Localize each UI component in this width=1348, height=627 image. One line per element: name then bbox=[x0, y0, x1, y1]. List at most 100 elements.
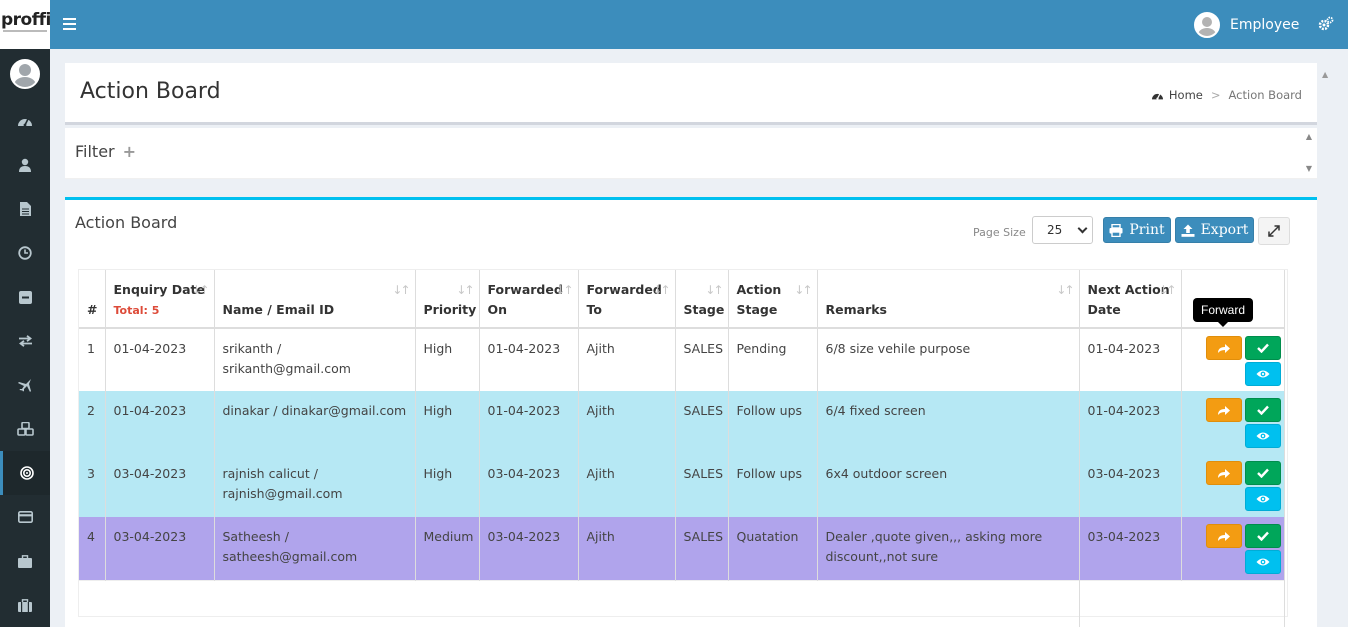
breadcrumb: Home > Action Board bbox=[1151, 88, 1302, 102]
cell-forwarded-to: Ajith bbox=[578, 454, 676, 517]
cell-next-action-date: 03-04-2023 bbox=[1079, 517, 1182, 580]
cell-name-email: srikanth / srikanth@gmail.com bbox=[214, 328, 416, 391]
sidebar-item-minus[interactable] bbox=[0, 275, 50, 319]
cell-forwarded-on: 03-04-2023 bbox=[479, 454, 579, 517]
breadcrumb-current: Action Board bbox=[1228, 88, 1302, 102]
filter-header[interactable]: Filter + bbox=[75, 142, 136, 161]
col-header-next-action-date[interactable]: Next Action Date ↓↑ bbox=[1079, 270, 1182, 329]
sidebar-item-user[interactable] bbox=[0, 143, 50, 187]
cubes-icon bbox=[16, 422, 34, 436]
cell-action-stage: Follow ups bbox=[728, 454, 818, 517]
cell-forwarded-to: Ajith bbox=[578, 517, 676, 580]
sort-icon: ↓↑ bbox=[555, 283, 573, 297]
cell-stage: SALES bbox=[675, 328, 729, 391]
cogs-icon[interactable] bbox=[1318, 16, 1334, 35]
table-header-row: # Enquiry Date ↓↑ Total: 5 Name / Email ID… bbox=[79, 270, 1285, 329]
col-header-num: # bbox=[79, 270, 106, 329]
col-header-remarks[interactable]: Remarks ↓↑ bbox=[817, 270, 1080, 329]
page-size-select[interactable]: 25 bbox=[1032, 216, 1093, 244]
upload-icon bbox=[1181, 224, 1195, 237]
board-title: Action Board bbox=[75, 213, 178, 232]
check-icon bbox=[1256, 343, 1269, 353]
cell-enquiry-date: 01-04-2023 bbox=[105, 328, 215, 391]
cell-remarks: 6/4 fixed screen bbox=[817, 391, 1080, 454]
col-header-action-stage[interactable]: Action Stage ↓↑ bbox=[728, 270, 818, 329]
logo[interactable]: proffin bbox=[0, 0, 50, 49]
print-button[interactable]: Print bbox=[1103, 217, 1171, 243]
fullscreen-button[interactable] bbox=[1258, 217, 1290, 245]
approve-button[interactable] bbox=[1244, 461, 1281, 485]
dashboard-icon bbox=[18, 118, 32, 127]
sidebar-user-avatar-icon[interactable] bbox=[10, 59, 40, 89]
scroll-down-arrow-icon[interactable]: ▼ bbox=[1306, 164, 1312, 173]
cell-enquiry-date: 03-04-2023 bbox=[105, 454, 215, 517]
share-icon bbox=[1217, 405, 1230, 415]
page-size-value: 25 bbox=[1047, 223, 1063, 237]
scroll-up-arrow-icon[interactable]: ▲ bbox=[1306, 132, 1312, 141]
sidebar bbox=[0, 49, 50, 627]
cell-action-stage: Pending bbox=[728, 328, 818, 391]
col-header-forwarded-to[interactable]: Forwarded To ↓↑ bbox=[578, 270, 676, 329]
cell-actions bbox=[1181, 391, 1285, 454]
sidebar-item-briefcase[interactable] bbox=[0, 539, 50, 583]
cell-forwarded-on: 03-04-2023 bbox=[479, 517, 579, 580]
sidebar-item-cubes[interactable] bbox=[0, 407, 50, 451]
table-row: 2 01-04-2023 dinakar / dinakar@gmail.com… bbox=[79, 391, 1285, 454]
sidebar-item-bullseye[interactable] bbox=[0, 451, 50, 495]
cell-name-email: rajnish calicut / rajnish@gmail.com bbox=[214, 454, 416, 517]
forward-button[interactable] bbox=[1205, 461, 1242, 485]
sidebar-item-credit-card[interactable] bbox=[0, 495, 50, 539]
cell-next-action-date: 01-04-2023 bbox=[1079, 391, 1182, 454]
col-header-priority[interactable]: Priority ↓↑ bbox=[415, 270, 480, 329]
sidebar-item-dashboard[interactable] bbox=[0, 99, 50, 143]
empty-cell bbox=[1078, 579, 1285, 627]
cell-actions bbox=[1181, 454, 1285, 517]
col-header-name-email[interactable]: Name / Email ID ↓↑ bbox=[214, 270, 416, 329]
sidebar-item-file[interactable] bbox=[0, 187, 50, 231]
breadcrumb-separator: > bbox=[1210, 88, 1221, 102]
view-button[interactable] bbox=[1244, 424, 1281, 448]
approve-button[interactable] bbox=[1244, 398, 1281, 422]
sort-icon: ↓↑ bbox=[456, 283, 474, 297]
page-scroll-up-arrow-icon[interactable]: ▲ bbox=[1322, 70, 1328, 79]
filter-title: Filter bbox=[75, 142, 115, 161]
view-button[interactable] bbox=[1244, 550, 1281, 574]
forward-button[interactable] bbox=[1205, 398, 1242, 422]
col-header-stage[interactable]: Stage ↓↑ bbox=[675, 270, 729, 329]
total-count: Total: 5 bbox=[113, 304, 160, 317]
expand-plus-icon[interactable]: + bbox=[123, 142, 136, 161]
col-header-enquiry-date[interactable]: Enquiry Date ↓↑ Total: 5 bbox=[105, 270, 215, 329]
minus-square-icon bbox=[18, 290, 32, 304]
cell-name-email: Satheesh / satheesh@gmail.com bbox=[214, 517, 416, 580]
cell-actions bbox=[1181, 328, 1285, 391]
breadcrumb-home[interactable]: Home bbox=[1151, 88, 1203, 102]
logo-text: proffin bbox=[1, 10, 50, 30]
sort-icon: ↓↑ bbox=[1158, 283, 1176, 297]
user-menu[interactable]: Employee bbox=[1194, 11, 1299, 39]
sort-icon: ↓↑ bbox=[794, 283, 812, 297]
sidebar-item-clock[interactable] bbox=[0, 231, 50, 275]
briefcase-icon bbox=[18, 554, 32, 568]
sidebar-item-exchange[interactable] bbox=[0, 319, 50, 363]
eye-icon bbox=[1256, 370, 1269, 378]
sort-icon: ↓↑ bbox=[1056, 283, 1074, 297]
user-name: Employee bbox=[1230, 17, 1300, 33]
export-button[interactable]: Export bbox=[1175, 217, 1254, 243]
sidebar-item-suitcase[interactable] bbox=[0, 583, 50, 627]
eye-icon bbox=[1256, 432, 1269, 440]
cell-next-action-date: 01-04-2023 bbox=[1079, 328, 1182, 391]
view-button[interactable] bbox=[1244, 362, 1281, 386]
menu-toggle-icon[interactable] bbox=[63, 15, 79, 33]
approve-button[interactable] bbox=[1244, 336, 1281, 360]
sidebar-item-plane[interactable] bbox=[0, 363, 50, 407]
credit-card-icon bbox=[17, 511, 33, 523]
action-board-box: Action Board Page Size 25 Print Export #… bbox=[65, 197, 1317, 627]
cell-num: 1 bbox=[79, 328, 106, 391]
forward-button[interactable] bbox=[1205, 524, 1242, 548]
approve-button[interactable] bbox=[1244, 524, 1281, 548]
view-button[interactable] bbox=[1244, 487, 1281, 511]
col-header-forwarded-on[interactable]: Forwarded On ↓↑ bbox=[479, 270, 579, 329]
exchange-icon bbox=[18, 335, 32, 347]
forward-button[interactable] bbox=[1205, 336, 1242, 360]
cell-enquiry-date: 03-04-2023 bbox=[105, 517, 215, 580]
